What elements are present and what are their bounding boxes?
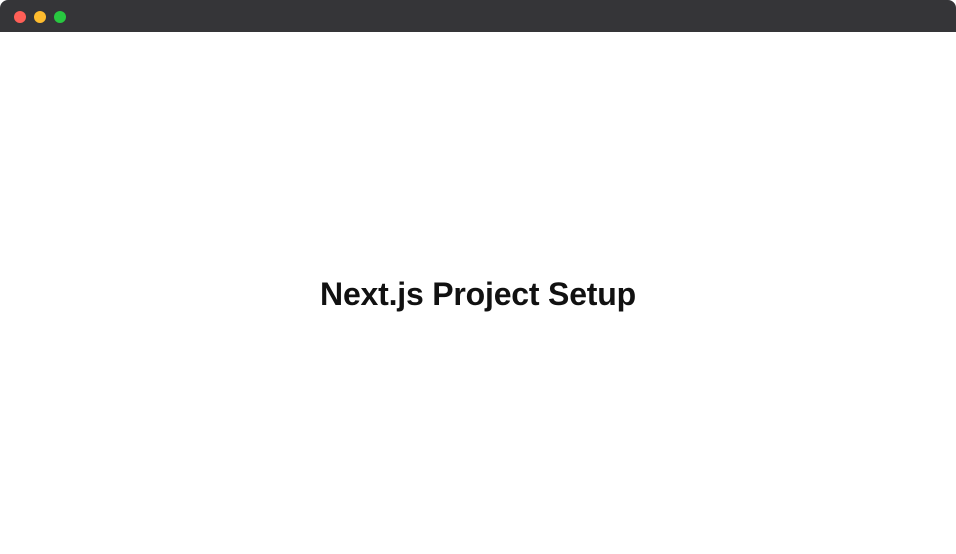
close-dot-icon[interactable]	[14, 11, 26, 23]
page-content: Next.js Project Setup	[0, 32, 956, 554]
maximize-dot-icon[interactable]	[54, 11, 66, 23]
app-window: Next.js Project Setup	[0, 0, 956, 554]
window-titlebar[interactable]	[0, 0, 956, 32]
minimize-dot-icon[interactable]	[34, 11, 46, 23]
page-title: Next.js Project Setup	[320, 276, 636, 312]
